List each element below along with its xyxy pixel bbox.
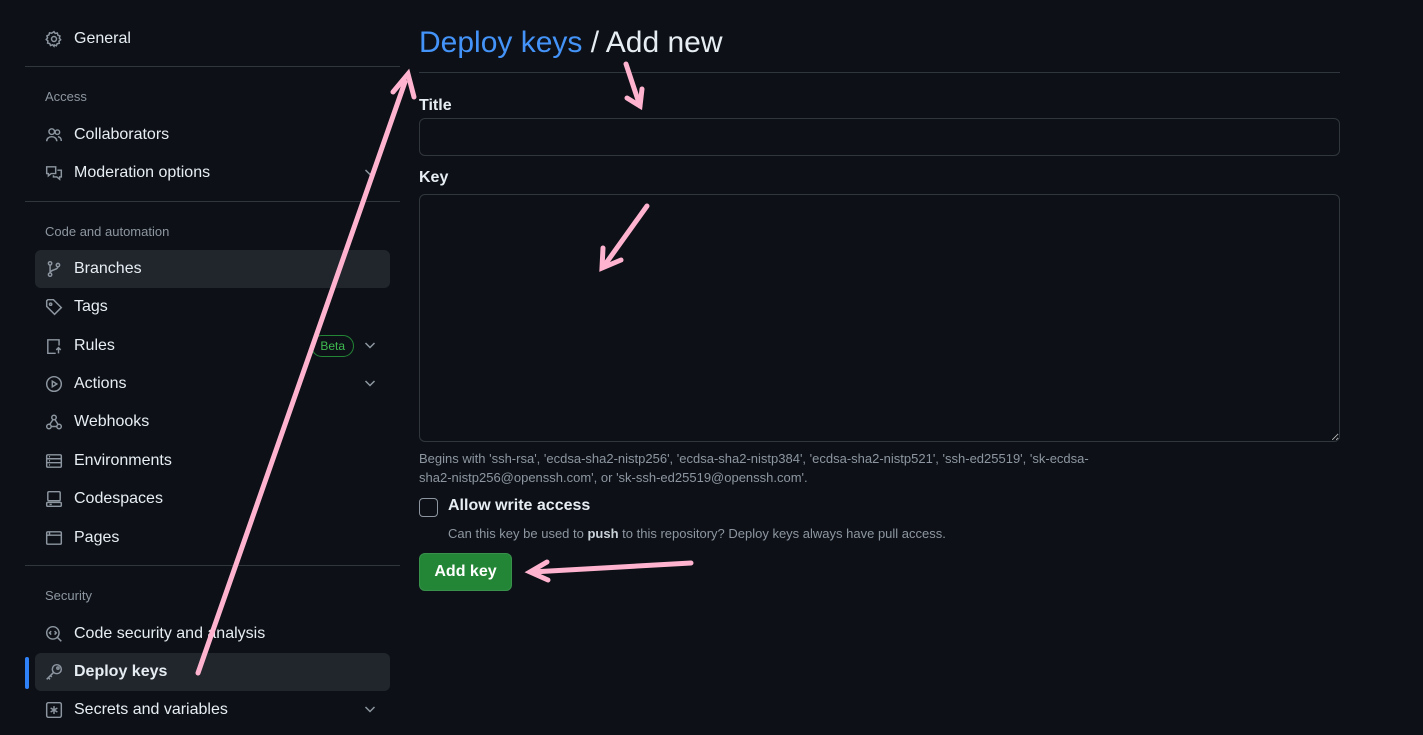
tag-icon bbox=[44, 297, 64, 317]
annotation-arrow-to-title bbox=[623, 61, 643, 109]
sidebar-item-collaborators[interactable]: Collaborators bbox=[35, 116, 390, 154]
server-icon bbox=[44, 451, 64, 471]
breadcrumb-link-deploy-keys[interactable]: Deploy keys bbox=[419, 26, 582, 59]
sidebar-item-actions[interactable]: Actions bbox=[35, 365, 390, 403]
sidebar-item-label: Secrets and variables bbox=[74, 701, 228, 718]
key-icon bbox=[44, 662, 64, 682]
section-heading-security: Security bbox=[45, 588, 92, 603]
write-access-note: Can this key be used to push to this rep… bbox=[448, 526, 946, 541]
sidebar-item-rules[interactable]: Rules Beta bbox=[35, 327, 390, 365]
sidebar-item-tags[interactable]: Tags bbox=[35, 288, 390, 326]
page-title: Deploy keys / Add new bbox=[419, 24, 723, 62]
repo-push-icon bbox=[44, 336, 64, 356]
section-heading-code-automation: Code and automation bbox=[45, 224, 170, 239]
chevron-down-icon[interactable] bbox=[362, 701, 378, 717]
page: General Access Collaborators Moderation … bbox=[0, 0, 1423, 735]
sidebar-item-label: Code security and analysis bbox=[74, 625, 266, 642]
sidebar-item-moderation[interactable]: Moderation options bbox=[35, 154, 390, 192]
annotation-arrow-to-add-key bbox=[529, 560, 694, 575]
sidebar-item-general[interactable]: General bbox=[35, 20, 390, 58]
sidebar-item-webhooks[interactable]: Webhooks bbox=[35, 403, 390, 441]
annotation-arrowhead bbox=[524, 559, 551, 583]
sidebar-item-label: Environments bbox=[74, 452, 172, 469]
key-field-label: Key bbox=[419, 169, 449, 186]
sidebar-item-branches[interactable]: Branches bbox=[35, 250, 390, 288]
sidebar-item-label: Rules bbox=[74, 337, 115, 354]
write-access-note-text: to this repository? Deploy keys always h… bbox=[618, 526, 946, 541]
play-icon bbox=[44, 374, 64, 394]
sidebar-item-codespaces[interactable]: Codespaces bbox=[35, 480, 390, 518]
sidebar-item-label: General bbox=[74, 30, 131, 47]
key-textarea[interactable] bbox=[419, 194, 1340, 442]
chevron-down-icon[interactable] bbox=[362, 337, 378, 353]
sidebar-item-label: Webhooks bbox=[74, 413, 150, 430]
key-format-help: Begins with 'ssh-rsa', 'ecdsa-sha2-nistp… bbox=[419, 451, 1089, 485]
git-branch-icon bbox=[44, 259, 64, 279]
title-input[interactable] bbox=[419, 118, 1340, 156]
annotation-arrowhead bbox=[390, 68, 417, 100]
sidebar-item-environments[interactable]: Environments bbox=[35, 442, 390, 480]
gear-icon bbox=[44, 29, 64, 49]
sidebar-item-secrets[interactable]: Secrets and variables bbox=[35, 691, 390, 729]
sidebar-item-label: Branches bbox=[74, 260, 142, 277]
breadcrumb-separator: / bbox=[582, 26, 606, 59]
title-divider bbox=[419, 72, 1340, 73]
sidebar-item-label: Codespaces bbox=[74, 490, 163, 507]
sidebar-item-label: Moderation options bbox=[74, 164, 211, 181]
allow-write-access-label[interactable]: Allow write access bbox=[448, 497, 590, 515]
sidebar-divider bbox=[25, 201, 400, 202]
sidebar-item-label: Tags bbox=[74, 298, 108, 315]
annotation-arrowhead bbox=[624, 86, 645, 111]
codespaces-icon bbox=[44, 489, 64, 509]
add-key-button[interactable]: Add key bbox=[419, 553, 512, 591]
sidebar-item-label: Actions bbox=[74, 375, 127, 392]
sidebar-divider bbox=[25, 66, 400, 67]
breadcrumb-current: Add new bbox=[605, 26, 723, 59]
current-page-indicator bbox=[25, 657, 29, 689]
browser-icon bbox=[44, 528, 64, 548]
comment-discussion-icon bbox=[44, 163, 64, 183]
write-access-note-bold: push bbox=[587, 526, 619, 541]
write-access-note-text: Can this key be used to bbox=[448, 526, 588, 541]
codescan-icon bbox=[44, 624, 64, 644]
sidebar-item-deploy-keys[interactable]: Deploy keys bbox=[35, 653, 390, 691]
chevron-down-icon[interactable] bbox=[362, 375, 378, 391]
webhook-icon bbox=[44, 412, 64, 432]
chevron-down-icon[interactable] bbox=[362, 164, 378, 180]
sidebar-divider bbox=[25, 565, 400, 566]
sidebar-item-label: Deploy keys bbox=[74, 663, 168, 680]
sidebar-item-label: Collaborators bbox=[74, 126, 170, 143]
asterisk-icon bbox=[44, 700, 64, 720]
sidebar-item-code-security[interactable]: Code security and analysis bbox=[35, 615, 390, 653]
sidebar-item-label: Pages bbox=[74, 529, 120, 546]
beta-badge: Beta bbox=[311, 335, 354, 357]
title-field-label: Title bbox=[419, 97, 452, 114]
section-heading-access: Access bbox=[45, 89, 87, 104]
people-icon bbox=[44, 125, 64, 145]
allow-write-access-checkbox[interactable] bbox=[419, 498, 438, 517]
sidebar-item-pages[interactable]: Pages bbox=[35, 519, 390, 557]
